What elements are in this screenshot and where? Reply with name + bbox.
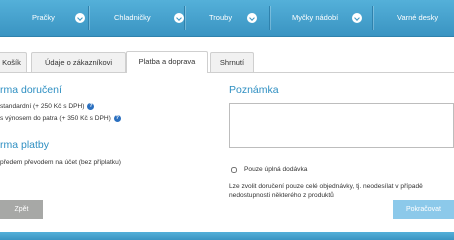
nav-item-mycky[interactable]: Myčky nádobí [292,11,362,25]
tab-kosik[interactable]: Košík [0,52,27,72]
nav-divider [372,6,373,30]
info-icon[interactable]: ? [113,115,121,122]
delivery-option-label: standardní (+ 250 Kč s DPH) [0,103,85,110]
delivery-hint-line-1: Lze zvolit doručení pouze celé objednávk… [229,183,423,190]
back-button[interactable]: Zpět [0,200,43,219]
nav-item-label: Trouby [209,13,233,22]
info-icon[interactable]: ? [87,103,95,110]
nav-item-label: Pračky [32,13,55,22]
nav-divider [88,6,89,30]
top-navigation: Pračky Chladničky Trouby Myčky nádobí Va… [0,0,454,37]
complete-delivery-label: Pouze úplná dodávka [244,166,308,173]
footer-bar [0,232,454,240]
nav-item-pracky[interactable]: Pračky [32,11,85,25]
chevron-down-icon [75,13,85,23]
delivery-option-standard[interactable]: standardní (+ 250 Kč s DPH)? [0,103,95,110]
chevron-down-icon [247,13,257,23]
chevron-down-icon [174,13,184,23]
tab-label: Platba a doprava [138,57,196,66]
payment-option-label: předem převodem na účet (bez příplatku) [0,159,121,166]
nav-divider [269,6,270,30]
continue-button[interactable]: Pokračovat [393,200,454,219]
tab-label: Údaje o zákazníkovi [44,58,113,67]
payment-heading: rma platby [0,139,50,151]
tab-label: Shrnutí [219,58,245,67]
nav-item-label: Myčky nádobí [292,13,339,22]
nav-divider [184,6,185,30]
chevron-down-icon [352,13,362,23]
tab-label: Košík [2,58,21,67]
delivery-option-upstairs[interactable]: s výnosem do patra (+ 350 Kč s DPH)? [0,115,121,122]
complete-delivery-checkbox[interactable] [231,167,237,173]
delivery-heading: rma doručení [0,84,62,96]
nav-item-label: Chladničky [114,13,151,22]
note-heading: Poznámka [229,84,279,96]
tab-platba-a-doprava[interactable]: Platba a doprava [126,51,208,73]
nav-item-trouby[interactable]: Trouby [209,11,257,25]
payment-option-transfer[interactable]: předem převodem na účet (bez příplatku) [0,159,121,166]
tab-shrnuti[interactable]: Shrnutí [210,52,254,72]
nav-item-varne-desky[interactable]: Varné desky [397,11,438,25]
tab-udaje-o-zakaznikovi[interactable]: Údaje o zákazníkovi [31,52,126,72]
nav-item-chladnicky[interactable]: Chladničky [114,11,184,25]
delivery-option-label: s výnosem do patra (+ 350 Kč s DPH) [0,115,111,122]
note-textarea[interactable] [229,103,454,148]
nav-item-label: Varné desky [397,13,439,22]
delivery-hint-line-2: nedostupnosti některého z produktů [229,192,334,199]
